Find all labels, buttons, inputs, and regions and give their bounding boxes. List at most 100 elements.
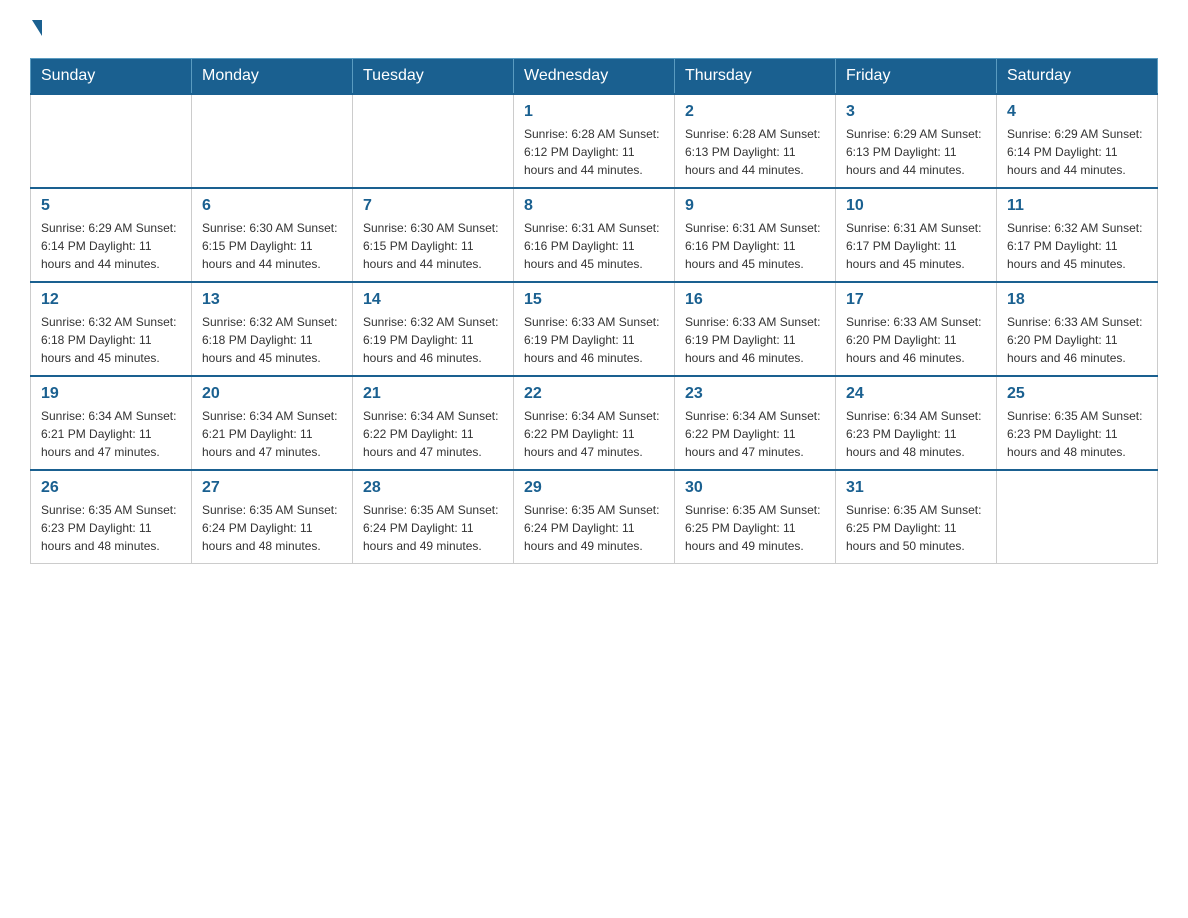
logo-triangle-icon: [32, 20, 42, 36]
calendar-cell: 19 Sunrise: 6:34 AM Sunset: 6:21 PM Dayli…: [31, 376, 192, 470]
day-info: Sunrise: 6:34 AM Sunset: 6:23 PM Dayligh…: [846, 407, 986, 461]
day-number: 15: [524, 291, 664, 309]
calendar-cell: 22 Sunrise: 6:34 AM Sunset: 6:22 PM Dayli…: [514, 376, 675, 470]
calendar-cell: [31, 94, 192, 188]
calendar-cell: 28 Sunrise: 6:35 AM Sunset: 6:24 PM Dayli…: [353, 470, 514, 564]
day-info: Sunrise: 6:29 AM Sunset: 6:13 PM Dayligh…: [846, 125, 986, 179]
calendar-cell: 26 Sunrise: 6:35 AM Sunset: 6:23 PM Dayli…: [31, 470, 192, 564]
day-info: Sunrise: 6:33 AM Sunset: 6:19 PM Dayligh…: [524, 313, 664, 367]
day-info: Sunrise: 6:28 AM Sunset: 6:13 PM Dayligh…: [685, 125, 825, 179]
day-info: Sunrise: 6:32 AM Sunset: 6:19 PM Dayligh…: [363, 313, 503, 367]
day-number: 9: [685, 197, 825, 215]
calendar-cell: 4 Sunrise: 6:29 AM Sunset: 6:14 PM Daylig…: [997, 94, 1158, 188]
calendar-cell: 30Sunrise: 6:35 AM Sunset: 6:25 PM Dayli…: [675, 470, 836, 564]
day-number: 18: [1007, 291, 1147, 309]
calendar-cell: [192, 94, 353, 188]
day-number: 30: [685, 479, 825, 497]
day-info: Sunrise: 6:33 AM Sunset: 6:20 PM Dayligh…: [1007, 313, 1147, 367]
day-info: Sunrise: 6:35 AM Sunset: 6:25 PM Dayligh…: [846, 501, 986, 555]
day-number: 29: [524, 479, 664, 497]
calendar-cell: 7Sunrise: 6:30 AM Sunset: 6:15 PM Daylig…: [353, 188, 514, 282]
day-info: Sunrise: 6:31 AM Sunset: 6:17 PM Dayligh…: [846, 219, 986, 273]
day-number: 5: [41, 197, 181, 215]
calendar-cell: 1Sunrise: 6:28 AM Sunset: 6:12 PM Daylig…: [514, 94, 675, 188]
day-number: 27: [202, 479, 342, 497]
day-header-sunday: Sunday: [31, 59, 192, 95]
day-number: 20: [202, 385, 342, 403]
calendar-cell: 13Sunrise: 6:32 AM Sunset: 6:18 PM Dayli…: [192, 282, 353, 376]
calendar-cell: 5 Sunrise: 6:29 AM Sunset: 6:14 PM Daylig…: [31, 188, 192, 282]
day-number: 12: [41, 291, 181, 309]
day-info: Sunrise: 6:33 AM Sunset: 6:19 PM Dayligh…: [685, 313, 825, 367]
calendar-table: SundayMondayTuesdayWednesdayThursdayFrid…: [30, 58, 1158, 564]
day-number: 10: [846, 197, 986, 215]
day-number: 16: [685, 291, 825, 309]
day-info: Sunrise: 6:33 AM Sunset: 6:20 PM Dayligh…: [846, 313, 986, 367]
day-info: Sunrise: 6:30 AM Sunset: 6:15 PM Dayligh…: [202, 219, 342, 273]
calendar-cell: [997, 470, 1158, 564]
calendar-cell: 10 Sunrise: 6:31 AM Sunset: 6:17 PM Dayli…: [836, 188, 997, 282]
calendar-cell: 31 Sunrise: 6:35 AM Sunset: 6:25 PM Dayli…: [836, 470, 997, 564]
day-info: Sunrise: 6:35 AM Sunset: 6:23 PM Dayligh…: [41, 501, 181, 555]
calendar-cell: 21 Sunrise: 6:34 AM Sunset: 6:22 PM Dayli…: [353, 376, 514, 470]
calendar-cell: 25 Sunrise: 6:35 AM Sunset: 6:23 PM Dayli…: [997, 376, 1158, 470]
day-info: Sunrise: 6:34 AM Sunset: 6:22 PM Dayligh…: [363, 407, 503, 461]
calendar-cell: 11 Sunrise: 6:32 AM Sunset: 6:17 PM Dayli…: [997, 188, 1158, 282]
calendar-cell: 27 Sunrise: 6:35 AM Sunset: 6:24 PM Dayli…: [192, 470, 353, 564]
day-info: Sunrise: 6:35 AM Sunset: 6:24 PM Dayligh…: [363, 501, 503, 555]
day-number: 14: [363, 291, 503, 309]
day-info: Sunrise: 6:34 AM Sunset: 6:22 PM Dayligh…: [685, 407, 825, 461]
day-number: 19: [41, 385, 181, 403]
page-header: [30, 20, 1158, 38]
calendar-cell: 14 Sunrise: 6:32 AM Sunset: 6:19 PM Dayli…: [353, 282, 514, 376]
day-info: Sunrise: 6:34 AM Sunset: 6:21 PM Dayligh…: [41, 407, 181, 461]
day-header-monday: Monday: [192, 59, 353, 95]
day-header-tuesday: Tuesday: [353, 59, 514, 95]
day-header-thursday: Thursday: [675, 59, 836, 95]
day-info: Sunrise: 6:29 AM Sunset: 6:14 PM Dayligh…: [1007, 125, 1147, 179]
day-info: Sunrise: 6:29 AM Sunset: 6:14 PM Dayligh…: [41, 219, 181, 273]
day-number: 23: [685, 385, 825, 403]
calendar-cell: 2Sunrise: 6:28 AM Sunset: 6:13 PM Daylig…: [675, 94, 836, 188]
calendar-cell: 23 Sunrise: 6:34 AM Sunset: 6:22 PM Dayli…: [675, 376, 836, 470]
day-number: 8: [524, 197, 664, 215]
day-number: 4: [1007, 103, 1147, 121]
day-number: 31: [846, 479, 986, 497]
day-number: 13: [202, 291, 342, 309]
calendar-cell: 9Sunrise: 6:31 AM Sunset: 6:16 PM Daylig…: [675, 188, 836, 282]
day-number: 1: [524, 103, 664, 121]
day-info: Sunrise: 6:32 AM Sunset: 6:18 PM Dayligh…: [41, 313, 181, 367]
week-row-4: 19 Sunrise: 6:34 AM Sunset: 6:21 PM Dayli…: [31, 376, 1158, 470]
day-info: Sunrise: 6:35 AM Sunset: 6:24 PM Dayligh…: [202, 501, 342, 555]
week-row-1: 1Sunrise: 6:28 AM Sunset: 6:12 PM Daylig…: [31, 94, 1158, 188]
day-number: 25: [1007, 385, 1147, 403]
day-info: Sunrise: 6:32 AM Sunset: 6:17 PM Dayligh…: [1007, 219, 1147, 273]
calendar-cell: 15 Sunrise: 6:33 AM Sunset: 6:19 PM Dayli…: [514, 282, 675, 376]
week-row-5: 26 Sunrise: 6:35 AM Sunset: 6:23 PM Dayli…: [31, 470, 1158, 564]
day-number: 22: [524, 385, 664, 403]
day-info: Sunrise: 6:30 AM Sunset: 6:15 PM Dayligh…: [363, 219, 503, 273]
day-number: 24: [846, 385, 986, 403]
calendar-cell: 24 Sunrise: 6:34 AM Sunset: 6:23 PM Dayli…: [836, 376, 997, 470]
day-number: 3: [846, 103, 986, 121]
day-number: 28: [363, 479, 503, 497]
day-number: 21: [363, 385, 503, 403]
week-row-3: 12 Sunrise: 6:32 AM Sunset: 6:18 PM Dayli…: [31, 282, 1158, 376]
day-info: Sunrise: 6:34 AM Sunset: 6:22 PM Dayligh…: [524, 407, 664, 461]
day-number: 11: [1007, 197, 1147, 215]
day-info: Sunrise: 6:31 AM Sunset: 6:16 PM Dayligh…: [524, 219, 664, 273]
calendar-cell: 12 Sunrise: 6:32 AM Sunset: 6:18 PM Dayli…: [31, 282, 192, 376]
day-info: Sunrise: 6:35 AM Sunset: 6:23 PM Dayligh…: [1007, 407, 1147, 461]
day-number: 17: [846, 291, 986, 309]
day-info: Sunrise: 6:34 AM Sunset: 6:21 PM Dayligh…: [202, 407, 342, 461]
calendar-cell: 29 Sunrise: 6:35 AM Sunset: 6:24 PM Dayli…: [514, 470, 675, 564]
calendar-cell: 20 Sunrise: 6:34 AM Sunset: 6:21 PM Dayli…: [192, 376, 353, 470]
calendar-cell: 17 Sunrise: 6:33 AM Sunset: 6:20 PM Dayli…: [836, 282, 997, 376]
day-header-saturday: Saturday: [997, 59, 1158, 95]
day-number: 26: [41, 479, 181, 497]
calendar-cell: 8 Sunrise: 6:31 AM Sunset: 6:16 PM Daylig…: [514, 188, 675, 282]
calendar-cell: 6Sunrise: 6:30 AM Sunset: 6:15 PM Daylig…: [192, 188, 353, 282]
day-info: Sunrise: 6:35 AM Sunset: 6:24 PM Dayligh…: [524, 501, 664, 555]
week-row-2: 5 Sunrise: 6:29 AM Sunset: 6:14 PM Daylig…: [31, 188, 1158, 282]
logo: [30, 20, 44, 38]
